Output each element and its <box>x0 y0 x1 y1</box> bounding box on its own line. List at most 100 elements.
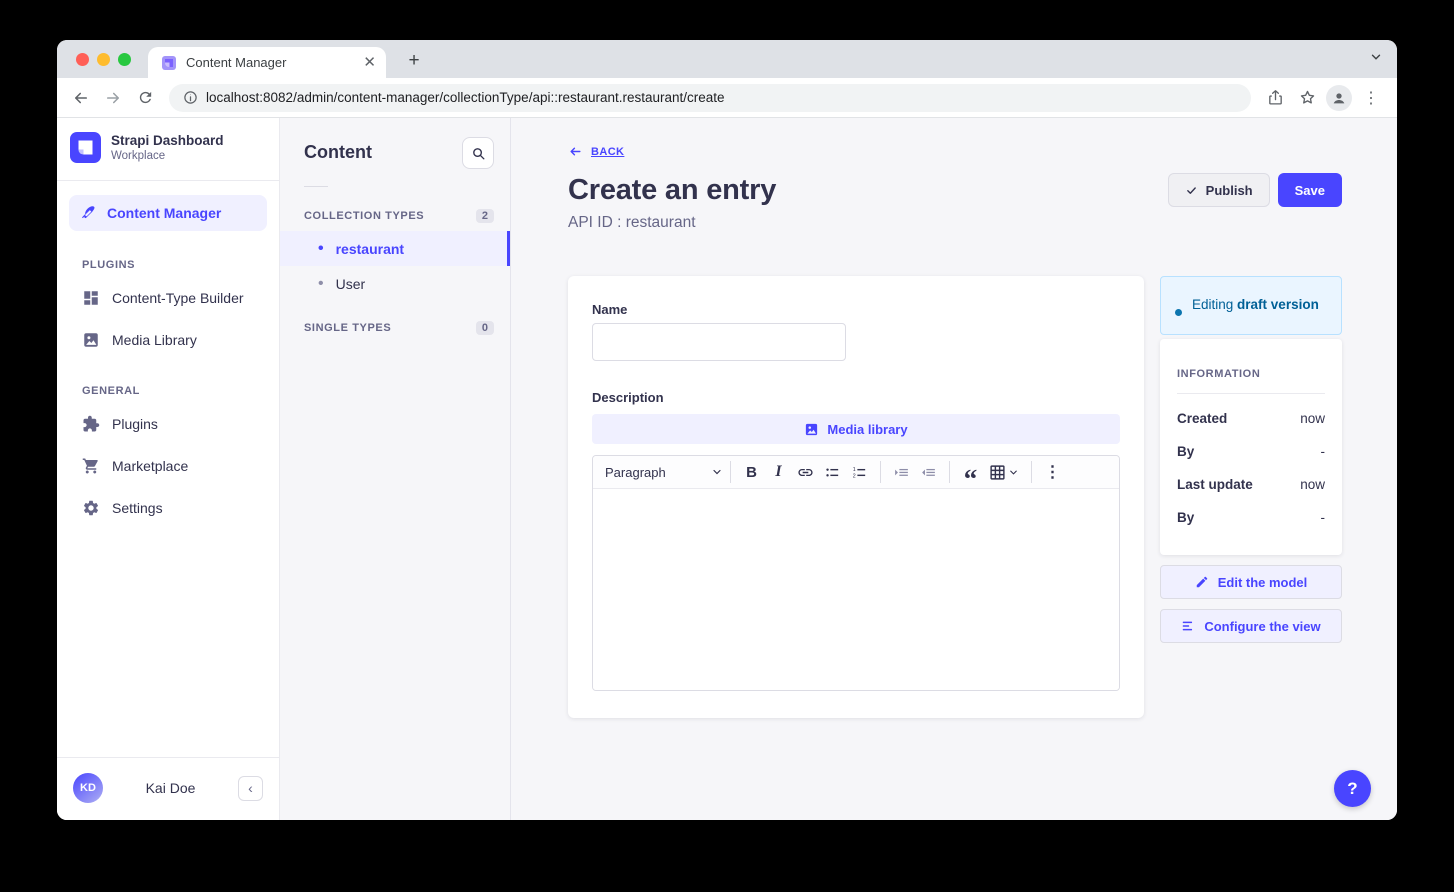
sidebar-item-media-library[interactable]: Media Library <box>57 319 279 361</box>
filter-lines-icon <box>1181 619 1195 633</box>
cart-icon <box>82 457 100 475</box>
tab-title: Content Manager <box>186 55 363 70</box>
strapi-app: Strapi Dashboard Workplace Content Manag… <box>57 118 1397 820</box>
browser-window: Content Manager ✕ + localhost:8082/admin… <box>57 40 1397 820</box>
minimize-window-button[interactable] <box>97 53 110 66</box>
sidebar-item-content-manager[interactable]: Content Manager <box>69 195 267 231</box>
blockquote-button[interactable]: “ <box>957 459 984 485</box>
sidebar-item-label: Content-Type Builder <box>112 290 244 306</box>
link-button[interactable] <box>792 459 819 485</box>
browser-menu-icon[interactable]: ⋮ <box>1357 84 1385 112</box>
save-label: Save <box>1295 183 1325 198</box>
address-bar[interactable]: localhost:8082/admin/content-manager/col… <box>169 84 1251 112</box>
divider <box>1177 393 1325 394</box>
bookmark-star-icon[interactable] <box>1293 84 1321 112</box>
back-arrow-icon <box>568 145 583 158</box>
site-info-icon[interactable] <box>183 90 198 105</box>
edit-model-button[interactable]: Edit the model <box>1160 565 1342 599</box>
tab-close-icon[interactable]: ✕ <box>363 55 376 70</box>
name-field-label: Name <box>592 302 1120 317</box>
sidebar-item-settings[interactable]: Settings <box>57 487 279 529</box>
bulleted-list-button[interactable] <box>819 459 846 485</box>
publish-button[interactable]: Publish <box>1168 173 1270 207</box>
search-button[interactable] <box>462 137 494 169</box>
back-nav-icon[interactable] <box>67 84 95 112</box>
media-library-button[interactable]: Media library <box>592 414 1120 444</box>
draft-status-text: Editing draft version <box>1192 295 1319 316</box>
table-button[interactable] <box>984 459 1024 485</box>
back-link[interactable]: BACK <box>568 145 624 158</box>
profile-avatar[interactable] <box>1325 84 1353 112</box>
indent-increase-button[interactable] <box>888 459 915 485</box>
workspace-brand[interactable]: Strapi Dashboard Workplace <box>57 118 279 181</box>
richtext-input-area[interactable] <box>593 489 1119 690</box>
pen-icon <box>79 204 97 222</box>
italic-button[interactable]: I <box>765 459 792 485</box>
close-window-button[interactable] <box>76 53 89 66</box>
publish-label: Publish <box>1206 183 1253 198</box>
info-label: Last update <box>1177 477 1253 492</box>
sidebar-item-plugins[interactable]: Plugins <box>57 403 279 445</box>
name-input[interactable] <box>592 323 846 361</box>
configure-view-button[interactable]: Configure the view <box>1160 609 1342 643</box>
info-label: Created <box>1177 411 1227 426</box>
browser-tab[interactable]: Content Manager ✕ <box>148 47 386 78</box>
more-options-icon[interactable]: ⋮ <box>1039 459 1066 485</box>
main-content: BACK Create an entry Publish Save API <box>511 118 1397 820</box>
tab-search-chevron-icon[interactable] <box>1369 50 1383 69</box>
share-icon[interactable] <box>1261 84 1289 112</box>
sidebar-item-label: Content Manager <box>107 205 221 221</box>
workspace-subtitle: Workplace <box>111 150 224 162</box>
workspace-title: Strapi Dashboard <box>111 133 224 150</box>
forward-nav-icon[interactable] <box>99 84 127 112</box>
draft-prefix: Editing <box>1192 297 1233 312</box>
info-row-last-update: Last update now <box>1177 468 1325 501</box>
indent-decrease-button[interactable] <box>915 459 942 485</box>
description-field-label: Description <box>592 390 1120 405</box>
toolbar-separator <box>730 461 731 483</box>
single-types-header: SINGLE TYPES 0 <box>280 313 510 343</box>
sidebar-item-label: Marketplace <box>112 458 188 474</box>
bold-button[interactable]: B <box>738 459 765 485</box>
media-icon <box>82 331 100 349</box>
subnav-item-user[interactable]: • User <box>280 266 510 301</box>
favicon-strapi-icon <box>161 55 177 71</box>
draft-status-notice: Editing draft version <box>1160 276 1342 335</box>
user-name: Kai Doe <box>103 780 238 796</box>
traffic-lights <box>76 53 131 66</box>
sidebar-item-content-type-builder[interactable]: Content-Type Builder <box>57 277 279 319</box>
zoom-window-button[interactable] <box>118 53 131 66</box>
numbered-list-button[interactable]: 12 <box>846 459 873 485</box>
sidebar-item-marketplace[interactable]: Marketplace <box>57 445 279 487</box>
info-row-updated-by: By - <box>1177 501 1325 534</box>
group-label: SINGLE TYPES <box>304 322 391 334</box>
svg-text:2: 2 <box>853 473 856 479</box>
collapse-sidebar-button[interactable]: ‹ <box>238 776 263 801</box>
status-dot-icon <box>1175 309 1182 316</box>
gear-icon <box>82 499 100 517</box>
chevron-down-icon <box>711 466 723 478</box>
subnav-item-restaurant[interactable]: • restaurant <box>280 231 510 266</box>
help-question-icon: ? <box>1347 779 1357 799</box>
sidebar-item-label: Media Library <box>112 332 197 348</box>
editor-toolbar: Paragraph B I <box>593 456 1119 489</box>
count-badge: 2 <box>476 209 494 223</box>
url-bar: localhost:8082/admin/content-manager/col… <box>57 78 1397 118</box>
entry-side-panel: Editing draft version INFORMATION Create… <box>1160 276 1342 643</box>
new-tab-button[interactable]: + <box>401 48 427 74</box>
url-text: localhost:8082/admin/content-manager/col… <box>206 90 725 105</box>
configure-view-label: Configure the view <box>1204 619 1320 634</box>
info-row-created-by: By - <box>1177 435 1325 468</box>
reload-icon[interactable] <box>131 84 159 112</box>
sidebar-section-plugins: PLUGINS Content-Type Builder Media Libra… <box>57 253 279 361</box>
information-card: INFORMATION Created now By - Last update <box>1160 339 1342 555</box>
main-sidebar: Strapi Dashboard Workplace Content Manag… <box>57 118 280 820</box>
paragraph-style-select[interactable]: Paragraph <box>605 465 723 480</box>
user-avatar[interactable]: KD <box>73 773 103 803</box>
page-title: Create an entry <box>568 174 776 207</box>
section-label: PLUGINS <box>57 253 279 277</box>
save-button[interactable]: Save <box>1278 173 1342 207</box>
info-value: - <box>1321 510 1326 525</box>
help-button[interactable]: ? <box>1334 770 1371 807</box>
media-library-icon <box>804 422 819 437</box>
